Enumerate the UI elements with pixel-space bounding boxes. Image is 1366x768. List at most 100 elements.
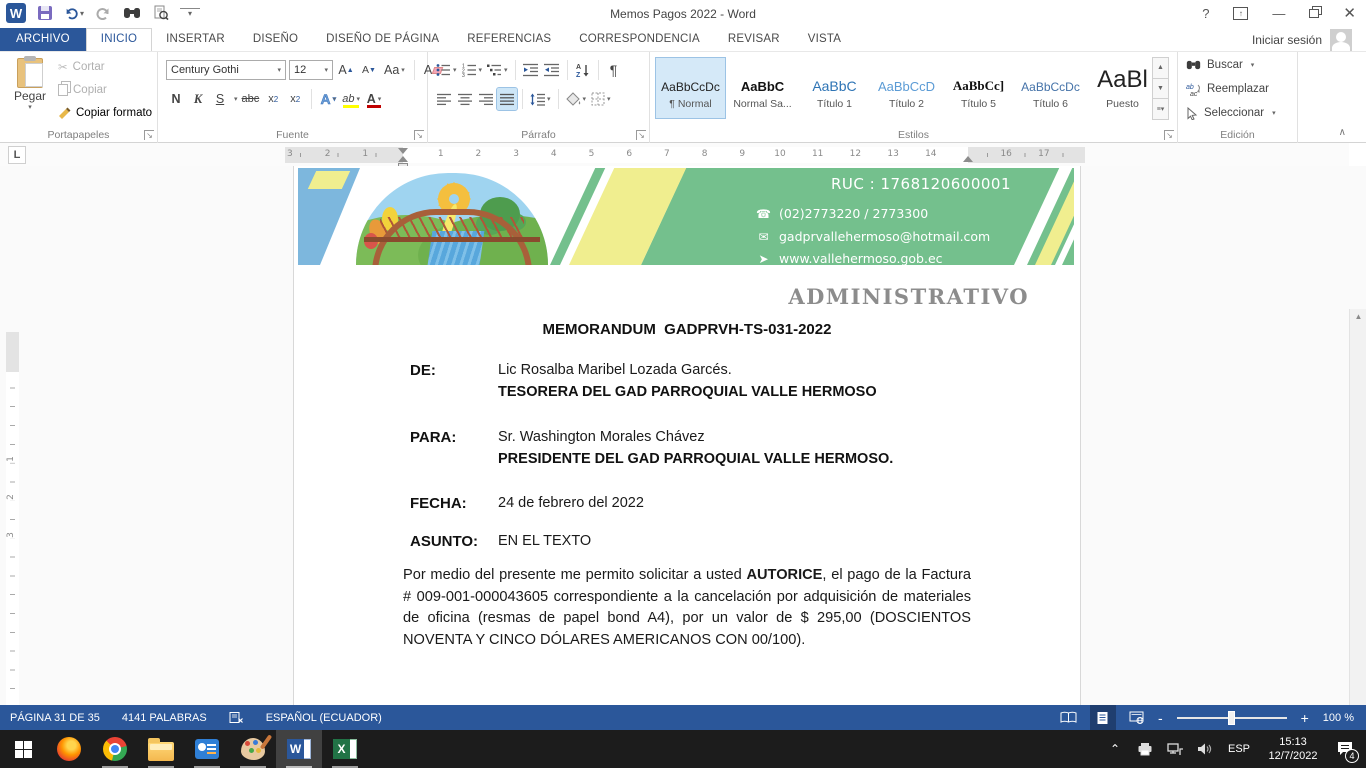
memo-field-fecha[interactable]: FECHA:24 de febrero del 2022 [410,493,990,515]
qat-customize-button[interactable]: ▾ [180,8,200,18]
tray-clock[interactable]: 15:13 12/7/2022 [1260,735,1326,763]
zoom-slider[interactable] [1177,717,1287,719]
collapse-ribbon-button[interactable]: ∧ [1339,127,1346,138]
memo-field-para[interactable]: PARA:Sr. Washington Morales ChávezPRESID… [410,427,990,470]
select-button[interactable]: Seleccionar▾ [1186,102,1297,124]
notification-center-button[interactable]: 4 [1330,730,1360,768]
taskbar-media-app[interactable] [184,730,230,768]
bold-button[interactable]: N [166,88,186,110]
right-indent-marker[interactable] [963,156,973,162]
grow-font-button[interactable]: A▲ [336,59,356,81]
find-button[interactable] [122,3,142,23]
style-t-tulo-1[interactable]: AaBbCTítulo 1 [799,57,870,119]
help-button[interactable]: ? [1202,6,1209,21]
save-button[interactable] [35,3,55,23]
style-puesto[interactable]: AaBlPuesto [1087,57,1158,119]
styles-scroll-down[interactable]: ▼ [1152,78,1169,100]
tab-vista[interactable]: VISTA [794,28,855,51]
first-line-indent-marker[interactable] [398,148,408,154]
language-indicator[interactable]: ESPAÑOL (ECUADOR) [266,712,382,724]
borders-button[interactable]: ▾ [589,88,613,110]
style--normal[interactable]: AaBbCcDc¶ Normal [655,57,726,119]
print-preview-button[interactable] [151,3,171,23]
scroll-up-arrow[interactable]: ▲ [1351,309,1366,325]
change-case-button[interactable]: Aa▾ [382,59,407,81]
numbering-button[interactable]: 123▾ [460,59,485,81]
styles-dialog-launcher[interactable]: ↘ [1164,130,1174,140]
word-count[interactable]: 4141 PALABRAS [122,712,207,724]
justify-button[interactable] [497,88,517,110]
tab-insertar[interactable]: INSERTAR [152,28,239,51]
tab-referencias[interactable]: REFERENCIAS [453,28,565,51]
font-size-combo[interactable]: 12▾ [289,60,333,80]
italic-button[interactable]: K [188,88,208,110]
document-page[interactable]: RUC : 1768120600001 ☎ (02)2773220 / 2773… [293,166,1081,705]
taskbar-chrome[interactable] [92,730,138,768]
taskbar-excel[interactable]: X [322,730,368,768]
highlight-button[interactable]: ab▾ [340,88,362,110]
align-right-button[interactable] [476,88,496,110]
clipboard-dialog-launcher[interactable]: ↘ [144,130,154,140]
ribbon-display-options-button[interactable]: ↑ [1233,7,1248,20]
vertical-scrollbar[interactable]: ▲ ▼ [1349,309,1366,705]
vertical-ruler[interactable]: 123 [6,332,19,705]
style-t-tulo-6[interactable]: AaBbCcDcTítulo 6 [1015,57,1086,119]
styles-gallery-more[interactable]: ≡▾ [1152,98,1169,120]
replace-button[interactable]: abac Reemplazar [1186,78,1297,100]
sort-button[interactable]: AZ [573,59,593,81]
undo-button[interactable]: ▾ [64,3,84,23]
multilevel-list-button[interactable]: ▾ [485,59,510,81]
printer-icon[interactable] [1132,730,1158,768]
zoom-level[interactable]: 100 % [1323,712,1354,724]
horizontal-ruler[interactable]: 32112345678910111213141617 [285,147,1085,163]
font-family-combo[interactable]: Century Gothi▾ [166,60,286,80]
style-t-tulo-5[interactable]: AaBbCc]Título 5 [943,57,1014,119]
network-icon[interactable] [1162,730,1188,768]
minimize-button[interactable]: — [1272,6,1285,21]
show-marks-button[interactable]: ¶ [604,59,624,81]
cut-button[interactable]: ✂Cortar [58,58,152,76]
tab-dise-o[interactable]: DISEÑO [239,28,312,51]
subscript-button[interactable]: x2 [263,88,283,110]
restore-button[interactable] [1309,9,1319,18]
shading-button[interactable]: ▾ [564,88,589,110]
style-normal-sa-[interactable]: AaBbCNormal Sa... [727,57,798,119]
paragraph-dialog-launcher[interactable]: ↘ [636,130,646,140]
font-dialog-launcher[interactable]: ↘ [414,130,424,140]
page-indicator[interactable]: PÁGINA 31 DE 35 [10,712,100,724]
tab-revisar[interactable]: REVISAR [714,28,794,51]
read-mode-button[interactable] [1056,705,1082,730]
format-painter-button[interactable]: Copiar formato [58,104,152,122]
tab-inicio[interactable]: INICIO [86,28,152,51]
underline-dropdown[interactable]: ▾ [234,95,238,103]
proofing-status[interactable] [229,711,244,724]
superscript-button[interactable]: x2 [285,88,305,110]
underline-button[interactable]: S [210,88,230,110]
memo-body[interactable]: Por medio del presente me permito solici… [403,565,971,651]
start-button[interactable] [0,730,46,768]
tab-correspondencia[interactable]: CORRESPONDENCIA [565,28,714,51]
zoom-slider-thumb[interactable] [1228,711,1235,725]
taskbar-file-explorer[interactable] [138,730,184,768]
text-effects-button[interactable]: A▾ [318,88,338,110]
tray-language[interactable]: ESP [1222,743,1256,755]
taskbar-word[interactable]: W [276,730,322,768]
memo-field-de[interactable]: DE:Lic Rosalba Maribel Lozada Garcés.TES… [410,360,990,403]
font-color-button[interactable]: A▾ [364,88,384,110]
speaker-icon[interactable] [1192,730,1218,768]
tab-archivo[interactable]: ARCHIVO [0,28,86,51]
tray-chevron-icon[interactable]: ⌃ [1102,730,1128,768]
hanging-indent-marker[interactable] [398,156,408,162]
copy-button[interactable]: Copiar [58,81,152,99]
taskbar-paint[interactable] [230,730,276,768]
tab-selector[interactable]: L [8,146,26,164]
styles-scroll-up[interactable]: ▲ [1152,57,1169,79]
paste-button[interactable]: Pegar ▾ [8,56,52,128]
zoom-out-button[interactable]: - [1158,713,1163,723]
align-center-button[interactable] [455,88,475,110]
redo-button[interactable] [93,3,113,23]
bullets-button[interactable]: ▾ [434,59,459,81]
taskbar-firefox[interactable] [46,730,92,768]
shrink-font-button[interactable]: A▼ [359,59,379,81]
paste-dropdown[interactable]: ▾ [8,103,52,111]
